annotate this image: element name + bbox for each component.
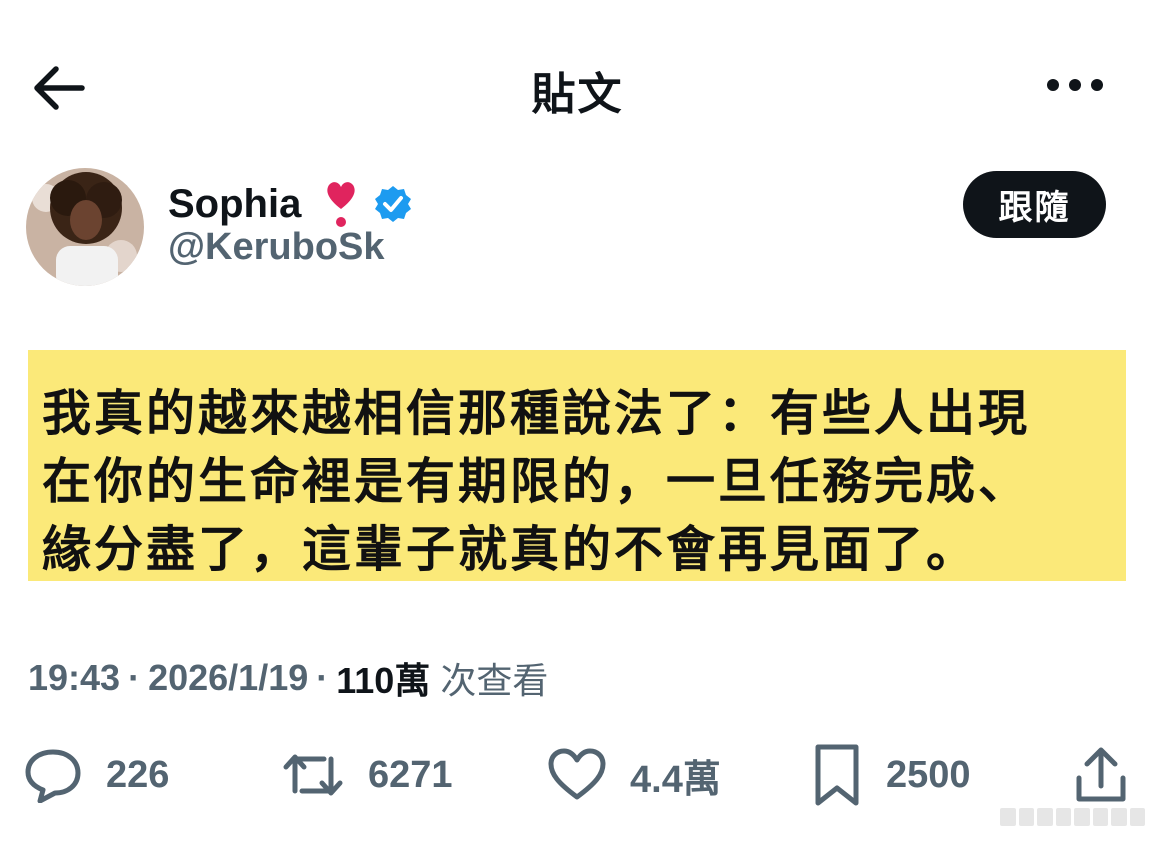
retweet-count: 6271 <box>368 753 453 796</box>
bookmark-button[interactable]: 2500 <box>812 735 971 815</box>
heart-icon <box>548 748 606 800</box>
follow-button[interactable]: 跟隨 <box>963 171 1106 238</box>
tweet-date[interactable]: 2026/1/19 <box>148 657 308 699</box>
action-bar: 226 6271 4.4萬 2500 <box>0 735 1155 815</box>
heart-exclamation-icon <box>327 182 355 227</box>
like-count: 4.4萬 <box>630 758 721 801</box>
share-button[interactable] <box>1074 735 1128 815</box>
meta-separator: · <box>128 657 141 698</box>
tweet-text-line: 緣分盡了，這輩子就真的不會再見面了。 <box>42 523 979 577</box>
bookmark-count: 2500 <box>886 753 971 796</box>
reply-icon <box>25 749 81 803</box>
top-bar: 貼文 <box>0 0 1155 175</box>
page-title: 貼文 <box>531 70 624 119</box>
share-icon <box>1076 747 1126 802</box>
bookmark-icon <box>815 744 859 806</box>
views-label: 次查看 <box>440 660 549 701</box>
retweet-icon <box>283 754 343 796</box>
more-horizontal-icon <box>1047 79 1103 91</box>
reply-count: 226 <box>106 753 170 796</box>
watermark <box>1000 808 1145 826</box>
tweet-time[interactable]: 19:43 <box>28 657 120 699</box>
display-name-row: Sophia <box>168 178 413 230</box>
meta-separator: · <box>316 657 329 698</box>
views-count[interactable]: 110萬 <box>336 652 430 704</box>
retweet-button[interactable]: 6271 <box>282 735 453 815</box>
tweet-text-line: 在你的生命裡是有期限的，一旦任務完成、 <box>42 455 1031 509</box>
user-handle[interactable]: @KeruboSk <box>168 226 385 269</box>
tweet-text-line: 我真的越來越相信那種說法了：有些人出現 <box>42 387 1031 441</box>
reply-button[interactable]: 226 <box>24 735 169 815</box>
verified-badge-icon <box>375 186 412 222</box>
more-options-button[interactable] <box>1044 70 1106 100</box>
like-button[interactable]: 4.4萬 <box>548 735 721 815</box>
display-name[interactable]: Sophia <box>168 182 301 227</box>
avatar[interactable] <box>26 168 144 286</box>
tweet-text-image: 我真的越來越相信那種說法了：有些人出現 在你的生命裡是有期限的，一旦任務完成、 … <box>28 350 1126 581</box>
avatar-image <box>26 168 144 286</box>
tweet-meta: 19:43 · 2026/1/19 · 110萬 次查看 <box>28 652 548 704</box>
